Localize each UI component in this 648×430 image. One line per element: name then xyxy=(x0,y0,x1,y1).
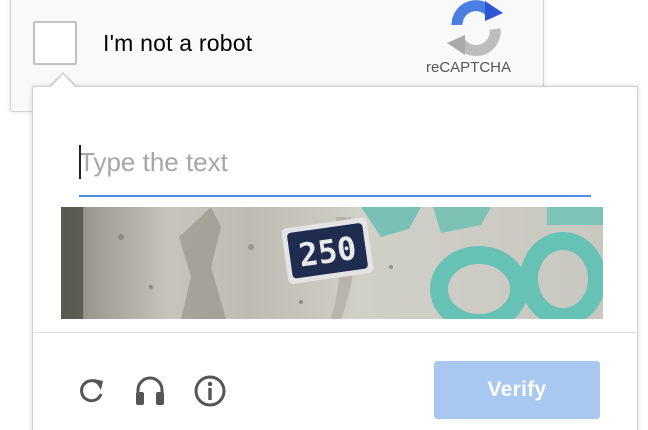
challenge-popup: 250 Verify xyxy=(32,86,638,430)
reload-icon xyxy=(80,379,103,403)
popup-pointer-fill xyxy=(50,74,76,88)
popup-divider xyxy=(33,332,637,333)
captcha-input-wrapper xyxy=(79,135,591,197)
recaptcha-page: I'm not a robot reCAPTCHA Type the text … xyxy=(0,0,648,430)
headphones-icon xyxy=(136,376,164,405)
verify-button[interactable]: Verify xyxy=(434,361,600,419)
audio-challenge-button[interactable] xyxy=(132,373,168,409)
not-a-robot-checkbox[interactable] xyxy=(33,21,77,65)
recaptcha-logo-icon xyxy=(447,0,503,57)
text-caret xyxy=(79,145,81,179)
captcha-text-input[interactable] xyxy=(79,135,591,189)
captcha-image: 250 xyxy=(61,207,603,319)
captcha-plate-number: 250 xyxy=(296,229,359,275)
recaptcha-brand-text: reCAPTCHA xyxy=(426,59,512,76)
info-icon xyxy=(194,375,226,407)
not-a-robot-label: I'm not a robot xyxy=(103,30,253,56)
reload-challenge-button[interactable] xyxy=(73,373,109,409)
help-info-button[interactable] xyxy=(192,373,228,409)
